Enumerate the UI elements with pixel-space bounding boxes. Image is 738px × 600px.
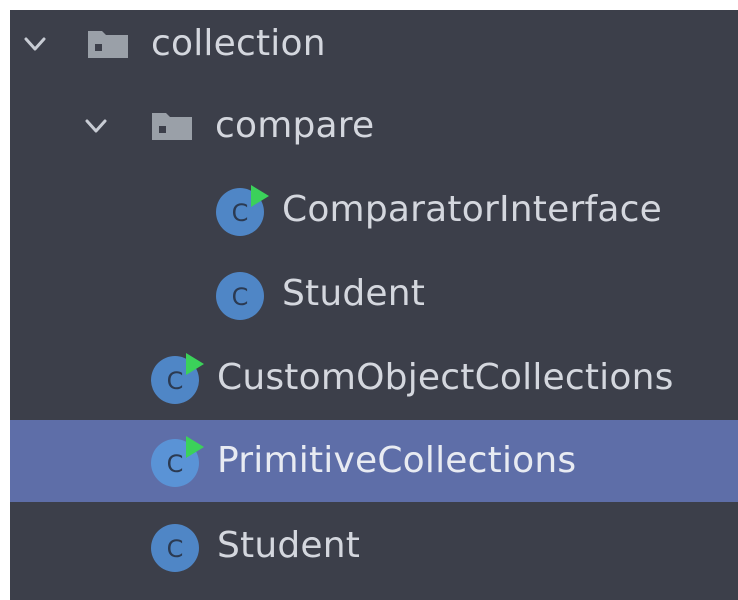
tree-row-compare[interactable]: compare [10, 85, 738, 167]
tree-row-collection[interactable]: collection [10, 3, 738, 85]
chevron-down-icon[interactable] [22, 31, 48, 57]
folder-icon [88, 31, 128, 58]
java-class-icon: C [216, 272, 264, 320]
tree-item-label: Student [282, 273, 426, 314]
java-class-runnable-icon: C [151, 436, 204, 487]
java-class-runnable-icon: C [216, 185, 269, 236]
tree-item-label: PrimitiveCollections [217, 440, 577, 481]
tree-item-label: collection [151, 23, 326, 64]
tree-row-primitivecollections[interactable]: C PrimitiveCollections [10, 420, 738, 502]
tree-item-label: Student [217, 525, 361, 566]
tree-item-label: ComparatorInterface [282, 189, 662, 230]
tree-item-label: CustomObjectCollections [217, 357, 674, 398]
svg-text:C: C [232, 199, 249, 227]
java-class-icon: C [151, 524, 199, 572]
svg-text:C: C [232, 283, 249, 311]
svg-text:C: C [167, 450, 184, 478]
svg-text:C: C [167, 535, 184, 563]
tree-item-label: compare [215, 105, 375, 146]
tree-row-comparatorinterface[interactable]: C ComparatorInterface [10, 169, 738, 251]
folder-icon [152, 113, 192, 140]
project-tree: collection compare C ComparatorInterface… [10, 10, 738, 600]
chevron-down-icon[interactable] [83, 113, 109, 139]
tree-row-customobjectcollections[interactable]: C CustomObjectCollections [10, 337, 738, 419]
java-class-runnable-icon: C [151, 353, 204, 404]
tree-row-student[interactable]: C Student [10, 253, 738, 335]
svg-text:C: C [167, 367, 184, 395]
tree-row-student-2[interactable]: C Student [10, 505, 738, 587]
